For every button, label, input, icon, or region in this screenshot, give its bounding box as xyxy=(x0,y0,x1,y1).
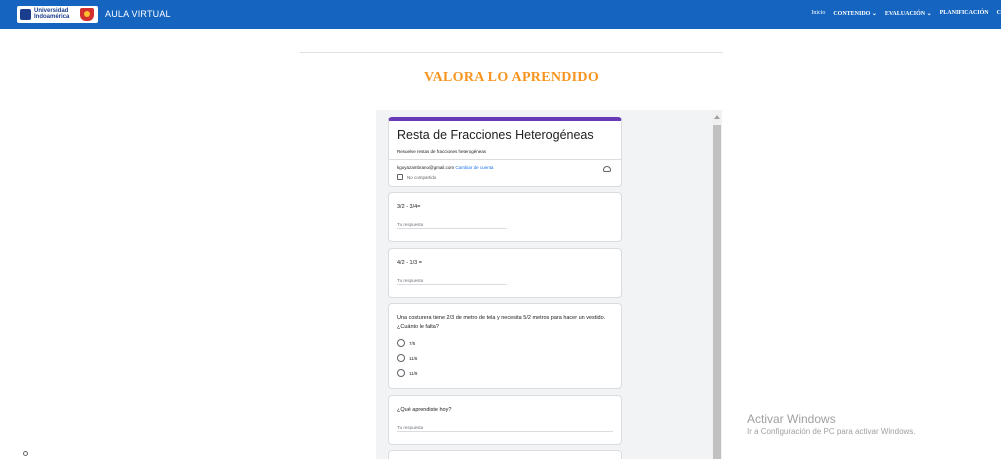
form-scrollbar[interactable] xyxy=(712,110,722,459)
radio-option[interactable]: 7/5 xyxy=(397,339,415,347)
not-shared-label: No compartido xyxy=(407,175,437,180)
question-card-2: 4/2 - 1/3 = xyxy=(388,248,622,298)
question-text: 3/2 - 3/4= xyxy=(397,204,421,210)
question-card-3: Una costurera tiene 2/3 de metro de tela… xyxy=(388,303,622,389)
radio-button[interactable] xyxy=(397,354,405,362)
answer-input[interactable] xyxy=(397,276,507,285)
question-card-1: 3/2 - 3/4= xyxy=(388,192,622,242)
not-shared-icon xyxy=(397,174,403,180)
logo-mark-icon xyxy=(20,9,31,20)
windows-activation-watermark: Activar Windows Ir a Configuración de PC… xyxy=(747,412,916,436)
nav-item-contenido[interactable]: CONTENIDO ⌄ xyxy=(833,10,877,17)
watermark-subtitle: Ir a Configuración de PC para activar Wi… xyxy=(747,427,916,436)
switch-account-link[interactable]: Cambiar de cuenta xyxy=(455,165,493,170)
scroll-up-arrow-icon[interactable] xyxy=(714,115,720,119)
question-card-4: ¿Qué aprendiste hoy? xyxy=(388,395,622,445)
option-label: 11/6 xyxy=(409,355,418,361)
logo-text: Universidad Indoamérica xyxy=(34,8,70,20)
info-icon[interactable] xyxy=(23,451,28,456)
main-nav: Inicio CONTENIDO ⌄ EVALUACIÓN ⌄ PLANIFIC… xyxy=(811,10,1001,17)
question-text: Una costurera tiene 2/3 de metro de tela… xyxy=(397,315,606,330)
watermark-title: Activar Windows xyxy=(747,412,836,426)
scroll-thumb[interactable] xyxy=(713,125,721,459)
question-text: 4/2 - 1/3 = xyxy=(397,260,422,266)
account-line: kgoyazambrano@gmail.com Cambiar de cuent… xyxy=(397,165,493,170)
option-label: 11/9 xyxy=(409,370,418,376)
form-description: Resuelve restas de fracciones heterogéne… xyxy=(397,149,487,154)
answer-input[interactable] xyxy=(397,220,507,229)
brand-title[interactable]: AULA VIRTUAL xyxy=(105,9,171,19)
university-logo[interactable]: Universidad Indoamérica xyxy=(17,6,98,23)
account-email: kgoyazambrano@gmail.com xyxy=(397,165,455,170)
radio-button[interactable] xyxy=(397,369,405,377)
radio-option[interactable]: 11/9 xyxy=(397,369,417,377)
form-title: Resta de Fracciones Heterogéneas xyxy=(397,128,594,142)
header-separator xyxy=(389,159,621,160)
page-title: VALORA LO APRENDIDO xyxy=(423,70,600,85)
radio-option[interactable]: 11/6 xyxy=(397,354,417,362)
nav-item-extra[interactable]: C xyxy=(997,10,1001,17)
top-navbar: Universidad Indoamérica AULA VIRTUAL Ini… xyxy=(0,0,1001,29)
question-text: ¿Qué aprendiste hoy? xyxy=(397,407,452,413)
form-header-card: Resta de Fracciones Heterogéneas Resuelv… xyxy=(388,117,622,187)
radio-button[interactable] xyxy=(397,339,405,347)
embedded-form-frame[interactable]: Resta de Fracciones Heterogéneas Resuelv… xyxy=(376,110,722,459)
answer-input[interactable] xyxy=(397,423,613,432)
cloud-icon xyxy=(603,166,611,172)
section-divider xyxy=(300,52,723,53)
option-label: 7/5 xyxy=(409,340,416,346)
question-card-5 xyxy=(388,450,622,459)
nav-item-inicio[interactable]: Inicio xyxy=(811,10,825,17)
nav-item-evaluacion[interactable]: EVALUACIÓN ⌄ xyxy=(885,10,932,17)
nav-item-planificacion[interactable]: PLANIFICACIÓN xyxy=(940,10,989,17)
shield-icon xyxy=(80,8,94,21)
